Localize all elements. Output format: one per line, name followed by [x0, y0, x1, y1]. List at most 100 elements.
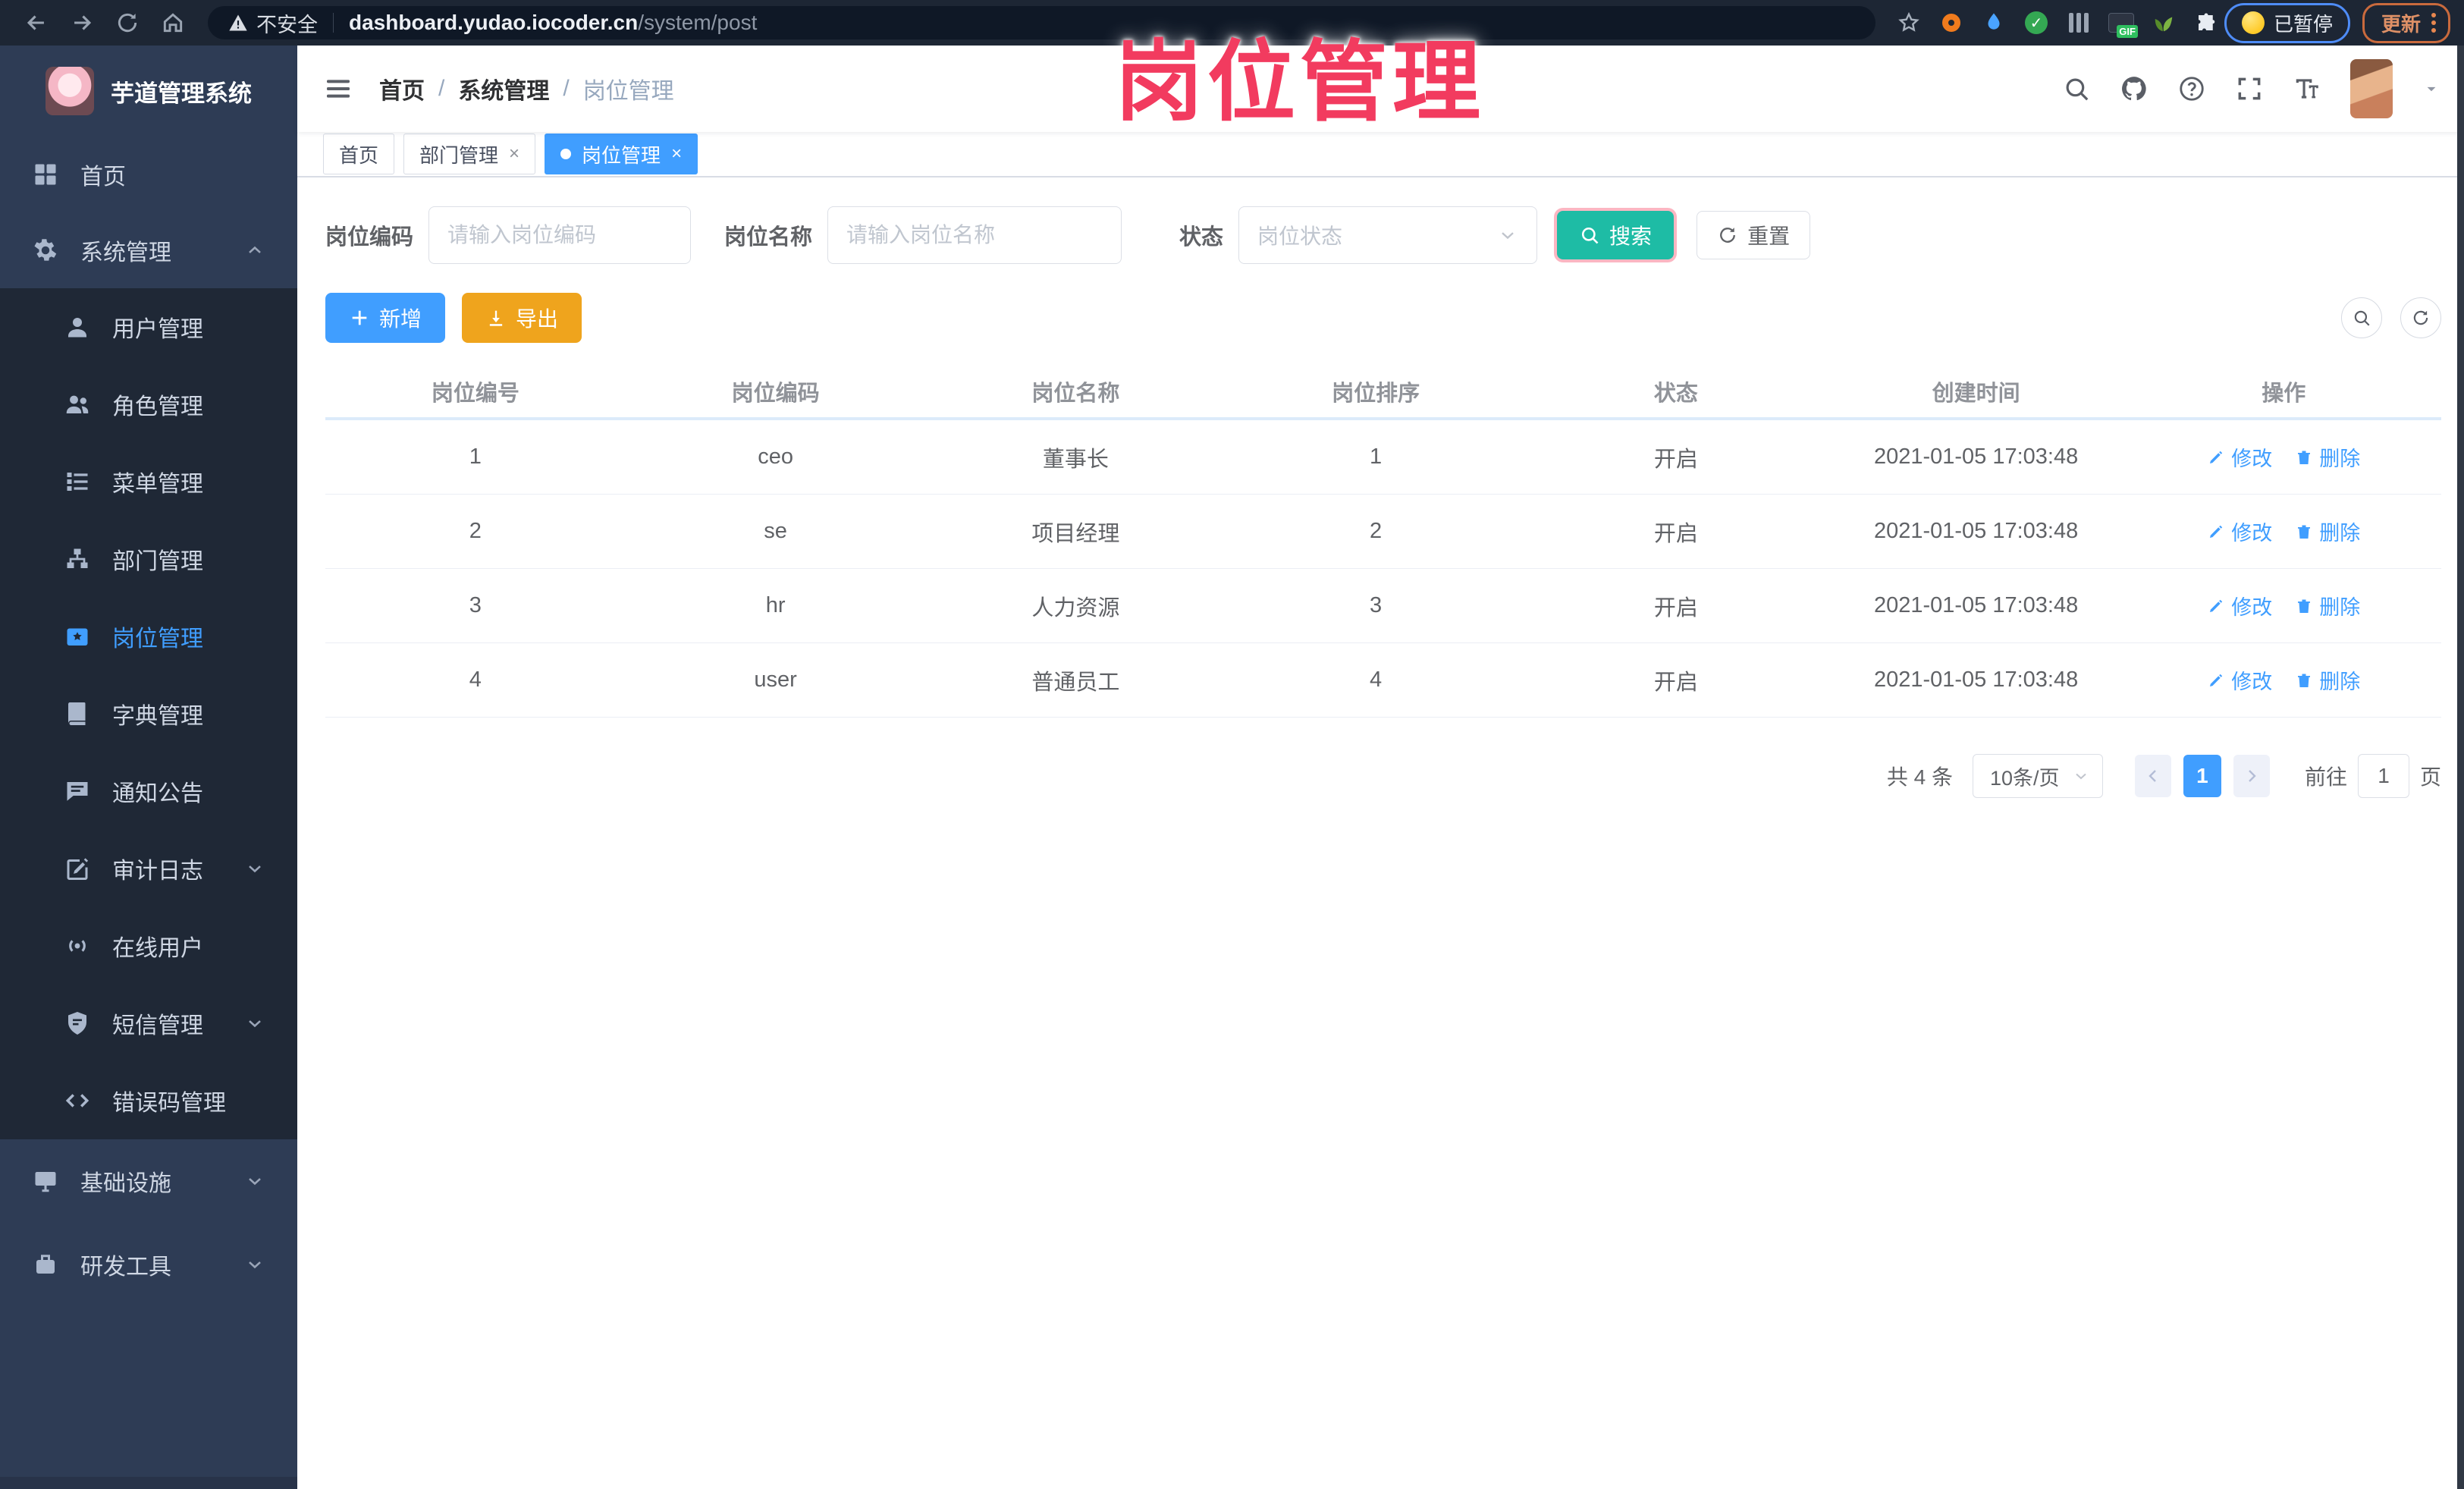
tab-label: 部门管理 — [419, 143, 499, 167]
audit-icon — [64, 855, 91, 882]
edit-icon — [2207, 671, 2225, 690]
sidebar-item-infra[interactable]: 基础设施 — [0, 1139, 297, 1223]
chevron-down-icon[interactable] — [2422, 79, 2441, 99]
hide-search-button[interactable] — [2341, 297, 2382, 338]
del-icon — [2295, 597, 2313, 615]
close-tab-icon[interactable]: × — [509, 145, 519, 163]
fullscreen-icon[interactable] — [2235, 74, 2264, 103]
user-icon — [64, 313, 91, 341]
back-icon[interactable] — [21, 8, 52, 38]
forward-icon[interactable] — [67, 8, 97, 38]
edit-link[interactable]: 修改 — [2207, 665, 2272, 695]
search-button[interactable]: 搜索 — [1557, 211, 1675, 259]
hamburger-icon[interactable] — [323, 74, 353, 104]
edit-link[interactable]: 修改 — [2207, 517, 2272, 546]
export-button[interactable]: 导出 — [462, 293, 582, 343]
extension-sliders-icon[interactable] — [2065, 9, 2092, 36]
extension-leaf-icon[interactable] — [2150, 9, 2177, 36]
browser-update-button[interactable]: 更新 — [2362, 2, 2450, 43]
sidebar-item-dict[interactable]: 字典管理 — [0, 675, 297, 752]
refresh-table-button[interactable] — [2400, 297, 2441, 338]
url-path[interactable]: /system/post — [638, 11, 757, 35]
edit-link[interactable]: 修改 — [2207, 442, 2272, 472]
extension-orange-icon[interactable] — [1938, 9, 1965, 36]
cell-code: se — [764, 519, 787, 543]
address-bar[interactable]: 不安全 dashboard.yudao.iocoder.cn /system/p… — [208, 6, 1875, 39]
cell-id: 1 — [469, 445, 482, 469]
breadcrumb-separator: / — [563, 76, 570, 101]
github-icon[interactable] — [2120, 74, 2149, 103]
sidebar-item-user[interactable]: 用户管理 — [0, 288, 297, 366]
sidebar-item-label: 首页 — [80, 165, 126, 190]
edit-icon — [2207, 523, 2225, 541]
app-logo-row[interactable]: 芋道管理系统 — [0, 46, 297, 137]
help-icon[interactable] — [2177, 74, 2206, 103]
extension-gif-icon[interactable]: GIF — [2108, 9, 2138, 38]
extension-puzzle-icon[interactable] — [2192, 9, 2220, 36]
sidebar-item-notice[interactable]: 通知公告 — [0, 752, 297, 830]
breadcrumb-system[interactable]: 系统管理 — [458, 72, 549, 105]
sidebar-item-label: 基础设施 — [80, 1171, 171, 1196]
user-avatar[interactable] — [2350, 59, 2393, 118]
sidebar-item-dashboard[interactable]: 首页 — [0, 137, 297, 212]
breadcrumb-home[interactable]: 首页 — [379, 72, 425, 105]
delete-link[interactable]: 删除 — [2295, 665, 2360, 695]
cell-id: 3 — [469, 593, 482, 617]
close-tab-icon[interactable]: × — [671, 145, 682, 163]
sidebar-item-dept[interactable]: 部门管理 — [0, 520, 297, 598]
del-icon — [2295, 448, 2313, 466]
page-tab-2[interactable]: 岗位管理 × — [545, 134, 698, 174]
sidebar-item-audit[interactable]: 审计日志 — [0, 830, 297, 907]
sidebar-item-errcode[interactable]: 错误码管理 — [0, 1062, 297, 1139]
del-icon — [2295, 523, 2313, 541]
table-row: 3 hr 人力资源 3 开启 2021-01-05 17:03:48 修改 删除 — [325, 569, 2441, 643]
current-page-button[interactable]: 1 — [2183, 755, 2221, 797]
page-tab-0[interactable]: 首页 — [323, 134, 395, 174]
reload-icon[interactable] — [112, 8, 143, 38]
sidebar-item-label: 岗位管理 — [112, 627, 203, 652]
page-tab-1[interactable]: 部门管理 × — [403, 134, 536, 174]
font-size-icon[interactable] — [2293, 74, 2321, 103]
post-code-input[interactable] — [428, 206, 692, 264]
browser-menu-icon[interactable] — [2431, 13, 2436, 33]
edit-icon — [2207, 597, 2225, 615]
sidebar-item-label: 短信管理 — [112, 1013, 203, 1038]
url-host[interactable]: dashboard.yudao.iocoder.cn — [349, 11, 638, 35]
next-page-button[interactable] — [2233, 755, 2270, 797]
export-button-label: 导出 — [516, 307, 559, 331]
del-icon — [2295, 671, 2313, 690]
security-label[interactable]: 不安全 — [256, 8, 318, 38]
search-icon[interactable] — [2062, 74, 2091, 103]
sidebar-item-menu[interactable]: 菜单管理 — [0, 443, 297, 520]
home-icon[interactable] — [158, 8, 188, 38]
page-size-select[interactable]: 10条/页 — [1972, 754, 2103, 798]
sidebar-item-role[interactable]: 角色管理 — [0, 366, 297, 443]
delete-link[interactable]: 删除 — [2295, 517, 2360, 546]
sidebar-item-gear[interactable]: 系统管理 — [0, 212, 297, 288]
notice-icon — [64, 777, 91, 805]
pagination: 共 4 条 10条/页 1 前往 页 — [325, 754, 2441, 798]
goto-label: 前往 — [2304, 765, 2347, 789]
sidebar-item-online[interactable]: 在线用户 — [0, 907, 297, 985]
chevron-down-icon — [244, 1170, 265, 1192]
reset-button[interactable]: 重置 — [1697, 211, 1811, 259]
cell-sort: 1 — [1370, 445, 1383, 469]
sidebar-item-post[interactable]: 岗位管理 — [0, 598, 297, 675]
add-button[interactable]: 新增 — [325, 293, 446, 343]
edit-link[interactable]: 修改 — [2207, 591, 2272, 620]
delete-link[interactable]: 删除 — [2295, 442, 2360, 472]
scrollbar-track[interactable] — [2457, 46, 2464, 1489]
delete-link[interactable]: 删除 — [2295, 591, 2360, 620]
prev-page-button[interactable] — [2134, 755, 2171, 797]
post-name-input[interactable] — [827, 206, 1122, 264]
status-select[interactable]: 岗位状态 — [1238, 206, 1538, 264]
tab-label: 首页 — [339, 143, 379, 167]
row-actions: 修改 删除 — [2126, 517, 2441, 546]
bookmark-star-icon[interactable] — [1895, 9, 1923, 36]
sidebar-item-tools[interactable]: 研发工具 — [0, 1223, 297, 1306]
sidebar-item-sms[interactable]: 短信管理 — [0, 985, 297, 1062]
goto-page-input[interactable] — [2357, 754, 2409, 798]
profile-paused-badge[interactable]: 已暂停 — [2224, 2, 2350, 43]
extension-pin-icon[interactable] — [1980, 9, 2007, 36]
extension-check-icon[interactable]: ✓ — [2023, 9, 2050, 36]
